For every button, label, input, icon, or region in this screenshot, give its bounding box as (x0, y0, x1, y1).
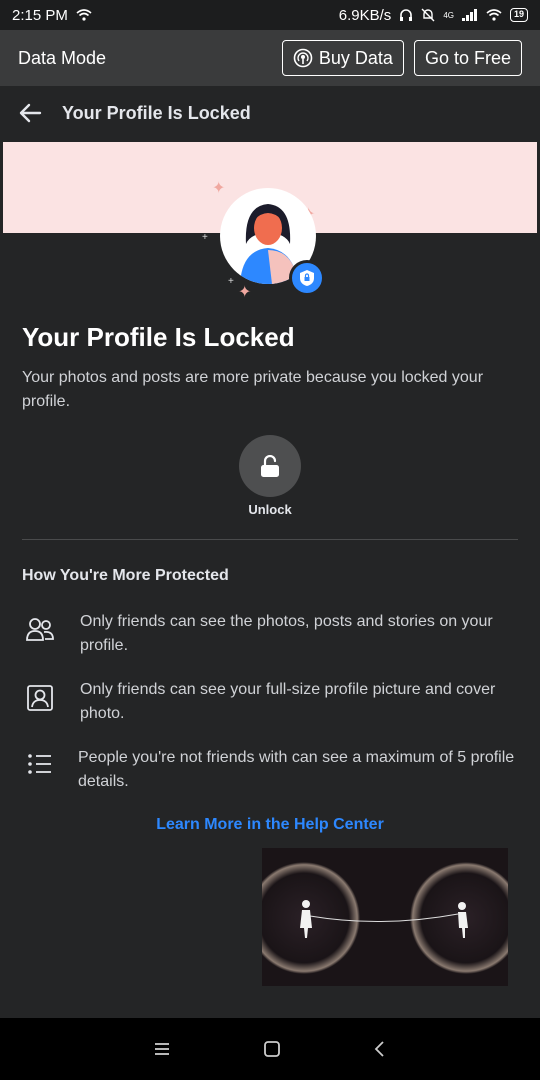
home-icon[interactable] (263, 1040, 281, 1058)
lock-shield-icon (289, 260, 325, 296)
friends-icon (26, 618, 54, 641)
nav-title: Your Profile Is Locked (62, 102, 251, 123)
wifi-icon (76, 9, 92, 21)
unlock-label: Unlock (248, 502, 292, 517)
sparkle-icon: + (202, 232, 208, 243)
list-item: Only friends can see your full-size prof… (22, 678, 522, 726)
page-description: Your photos and posts are more private b… (22, 369, 484, 410)
status-bar: 2:15 PM 6.9KB/s 4G 19 (0, 0, 540, 30)
back-icon[interactable] (373, 1040, 387, 1058)
unlock-icon (261, 455, 279, 477)
system-nav-bar (0, 1018, 540, 1080)
status-time: 2:15 PM (12, 6, 68, 24)
sparkle-icon: ✦ (212, 180, 226, 197)
item-text: Only friends can see the photos, posts a… (80, 613, 493, 654)
divider (22, 539, 518, 540)
back-arrow-icon[interactable] (18, 103, 42, 123)
network-speed: 6.9KB/s (338, 6, 392, 24)
go-to-free-button[interactable]: Go to Free (413, 40, 522, 76)
locked-profile-illustration: ✦ ✦ + ✦ + (198, 178, 338, 308)
profile-picture-icon (27, 685, 53, 711)
wifi-icon-right (486, 9, 502, 21)
data-mode-title: Data Mode (18, 47, 107, 68)
battery-icon: 19 (509, 8, 528, 22)
item-text: Only friends can see your full-size prof… (80, 681, 496, 722)
signal-icon (461, 9, 477, 21)
buy-data-button[interactable]: Buy Data (281, 40, 404, 76)
unlock-button[interactable] (239, 435, 301, 497)
bell-muted-icon (421, 8, 435, 22)
page-title: Your Profile Is Locked (22, 322, 295, 352)
video-thumbnail[interactable] (262, 848, 508, 986)
go-to-free-label: Go to Free (424, 47, 511, 68)
item-text: People you're not friends with can see a… (78, 749, 515, 790)
menu-icon[interactable] (153, 1041, 171, 1057)
network-type: 4G (443, 10, 454, 20)
list-item: People you're not friends with can see a… (22, 746, 522, 794)
data-mode-bar: Data Mode Buy Data Go to Free (0, 30, 540, 86)
section-title: How You're More Protected (22, 567, 229, 584)
broadcast-icon (293, 48, 313, 68)
sparkle-icon: + (228, 276, 234, 287)
buy-data-label: Buy Data (318, 47, 393, 68)
list-item: Only friends can see the photos, posts a… (22, 610, 522, 658)
list-icon (28, 754, 51, 774)
headphones-icon (400, 9, 413, 21)
sparkle-icon: ✦ (238, 284, 252, 301)
help-center-link[interactable]: Learn More in the Help Center (100, 816, 440, 834)
nav-bar: Your Profile Is Locked (0, 86, 540, 140)
